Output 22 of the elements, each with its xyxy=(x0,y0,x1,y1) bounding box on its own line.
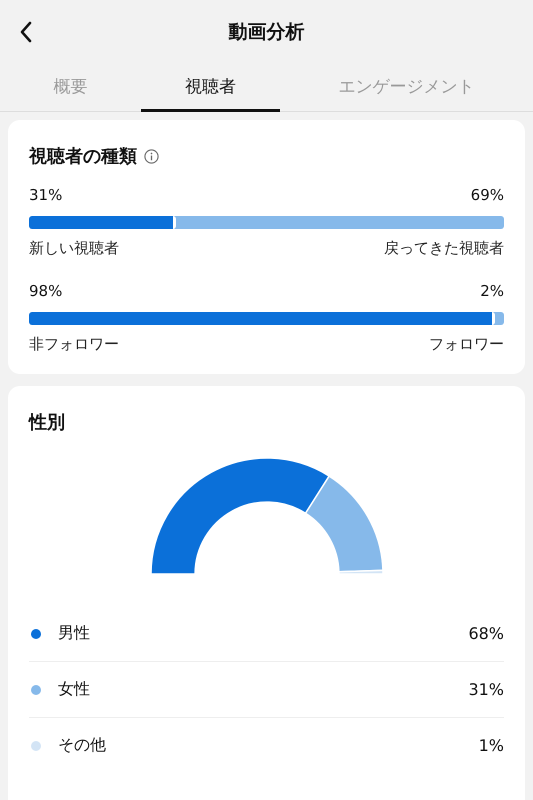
bar-label: 新しい視聴者 xyxy=(29,239,119,258)
percentage: 98% xyxy=(29,282,62,300)
page-title: 動画分析 xyxy=(228,20,304,45)
legend-value: 68% xyxy=(468,624,504,643)
tab[interactable]: 視聴者 xyxy=(141,64,280,112)
bar-label: 非フォロワー xyxy=(29,335,119,354)
section-title: 性別 xyxy=(29,411,66,434)
back-icon[interactable] xyxy=(19,21,33,43)
tab[interactable]: エンゲージメント xyxy=(280,64,533,112)
tab[interactable]: 概要 xyxy=(0,64,141,112)
legend-label: 男性 xyxy=(58,623,91,644)
legend-label: 女性 xyxy=(58,679,91,700)
percentage: 2% xyxy=(480,282,504,300)
legend-value: 1% xyxy=(478,736,504,755)
legend-value: 31% xyxy=(468,680,504,699)
bar-label: フォロワー xyxy=(429,335,504,354)
bar-label: 戻ってきた視聴者 xyxy=(384,239,504,258)
percentage: 31% xyxy=(29,186,62,204)
percentage: 69% xyxy=(470,186,504,204)
section-title: 視聴者の種類 xyxy=(29,145,137,168)
info-icon[interactable] xyxy=(144,148,159,164)
legend-label: その他 xyxy=(58,735,107,756)
